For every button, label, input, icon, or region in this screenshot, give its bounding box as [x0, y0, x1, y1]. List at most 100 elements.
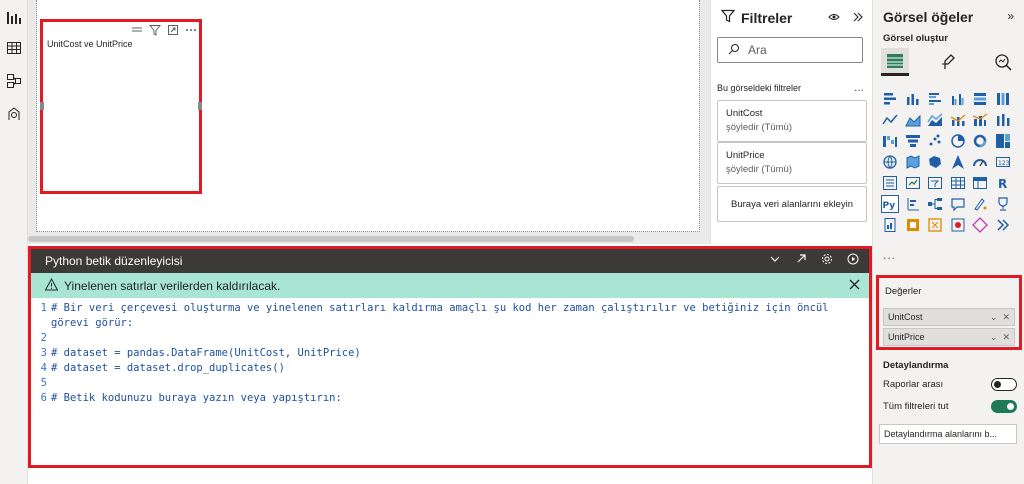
donut-chart-icon[interactable]: [971, 132, 989, 150]
matrix-icon[interactable]: [971, 174, 989, 192]
add-filter-fields-dropzone[interactable]: Buraya veri alanlarını ekleyin: [717, 186, 867, 222]
table-icon[interactable]: [949, 174, 967, 192]
paginated-report-icon[interactable]: [881, 216, 899, 234]
keep-all-filters-row: Tüm filtreleri tut: [883, 400, 1017, 413]
report-view-icon[interactable]: [6, 10, 22, 26]
report-page[interactable]: UnitCost ve UnitPrice: [36, 0, 700, 232]
python-visual[interactable]: UnitCost ve UnitPrice: [40, 19, 202, 194]
editor-header: Python betik düzenleyicisi: [31, 249, 869, 273]
code-line: 2: [40, 332, 47, 344]
area-chart-icon[interactable]: [904, 111, 922, 129]
canvas-horizontal-scrollbar[interactable]: [28, 236, 634, 242]
value-field-unitcost[interactable]: UnitCost ⌄ ✕: [883, 308, 1015, 326]
ribbon-chart-icon[interactable]: [994, 111, 1012, 129]
scatter-chart-icon[interactable]: [926, 132, 944, 150]
python-visual-icon[interactable]: Py: [881, 195, 899, 213]
resize-handle-right[interactable]: [198, 102, 202, 110]
data-view-icon[interactable]: [6, 40, 22, 56]
filter-icon[interactable]: [148, 23, 162, 41]
filter-icon: [720, 9, 736, 26]
clustered-bar-chart-icon[interactable]: [926, 90, 944, 108]
line-clustered-column-icon[interactable]: [949, 111, 967, 129]
code-area[interactable]: 1 # Bir veri çerçevesi oluşturma ve yinel…: [31, 298, 869, 406]
format-visual-tab[interactable]: [935, 48, 963, 76]
map-icon[interactable]: [881, 153, 899, 171]
analytics-tab[interactable]: [989, 48, 1017, 76]
close-icon[interactable]: [848, 278, 861, 294]
multi-row-card-icon[interactable]: [881, 174, 899, 192]
editor-title: Python betik düzenleyicisi: [45, 254, 183, 268]
trophy-icon[interactable]: [994, 195, 1012, 213]
stacked-bar-chart-icon[interactable]: [881, 90, 899, 108]
gear-icon[interactable]: [821, 252, 833, 270]
code-line: 5: [40, 377, 47, 389]
r-visual-icon[interactable]: R: [994, 174, 1012, 192]
report-canvas[interactable]: UnitCost ve UnitPrice: [28, 0, 710, 244]
qa-icon[interactable]: [949, 195, 967, 213]
keep-all-filters-toggle[interactable]: [991, 400, 1017, 413]
decomposition-tree-icon[interactable]: [926, 195, 944, 213]
filters-more-options[interactable]: ...: [854, 80, 864, 94]
more-options-icon[interactable]: [185, 23, 197, 41]
funnel-chart-icon[interactable]: [904, 132, 922, 150]
diamond-visual-icon[interactable]: [971, 216, 989, 234]
dax-query-icon[interactable]: [6, 106, 22, 122]
cross-report-toggle[interactable]: [991, 378, 1017, 391]
resize-handle-left[interactable]: [40, 102, 44, 110]
slicer-icon[interactable]: [926, 174, 944, 192]
clustered-column-chart-icon[interactable]: [949, 90, 967, 108]
pie-chart-icon[interactable]: [949, 132, 967, 150]
filters-pane: Filtreler Ara Bu görseldeki filtreler ..…: [710, 0, 881, 244]
collapse-viz-pane-button[interactable]: »: [1007, 9, 1014, 23]
values-field-well[interactable]: Değerler UnitCost ⌄ ✕ UnitPrice ⌄ ✕: [876, 275, 1022, 350]
gauge-icon[interactable]: [971, 153, 989, 171]
more-visuals-button[interactable]: ...: [883, 248, 896, 262]
viz-title: Görsel öğeler: [883, 9, 974, 25]
filter-card-unitprice[interactable]: UnitPrice şöyledir (Tümü): [717, 142, 867, 184]
line-stacked-column-icon[interactable]: [971, 111, 989, 129]
shape-map-icon[interactable]: [926, 153, 944, 171]
open-external-icon[interactable]: [795, 252, 807, 270]
kpi-icon[interactable]: [904, 174, 922, 192]
100-stacked-bar-chart-icon[interactable]: [971, 90, 989, 108]
drill-through-fields-dropzone[interactable]: Detaylandırma alanlarını b...: [879, 424, 1017, 444]
chevron-down-icon[interactable]: [769, 252, 781, 270]
chevron-down-icon[interactable]: ⌄: [990, 332, 998, 343]
power-apps-icon[interactable]: [904, 216, 922, 234]
treemap-icon[interactable]: [994, 132, 1012, 150]
remove-field-icon[interactable]: ✕: [1002, 312, 1010, 323]
collapse-pane-icon[interactable]: [852, 10, 864, 28]
filter-card-unitcost[interactable]: UnitCost şöyledir (Tümü): [717, 100, 867, 142]
filled-map-icon[interactable]: [904, 153, 922, 171]
chevron-down-icon[interactable]: ⌄: [990, 312, 998, 323]
model-view-icon[interactable]: [6, 73, 22, 89]
key-influencers-icon[interactable]: [904, 195, 922, 213]
stacked-column-chart-icon[interactable]: [904, 90, 922, 108]
run-script-icon[interactable]: [847, 252, 859, 270]
eye-icon[interactable]: [828, 10, 840, 28]
remove-field-icon[interactable]: ✕: [1002, 332, 1010, 343]
duplicate-rows-warning: Yinelenen satırlar verilerden kaldırılac…: [31, 273, 869, 298]
stacked-area-chart-icon[interactable]: [926, 111, 944, 129]
values-label: Değerler: [885, 286, 922, 297]
card-icon[interactable]: 123: [994, 153, 1012, 171]
filters-search-input[interactable]: Ara: [717, 37, 863, 63]
drag-handle-icon[interactable]: [131, 23, 143, 41]
smart-narrative-icon[interactable]: [971, 195, 989, 213]
value-field-unitprice[interactable]: UnitPrice ⌄ ✕: [883, 328, 1015, 346]
focus-mode-icon[interactable]: [167, 23, 179, 41]
code-line: 4 # dataset = dataset.drop_duplicates(): [40, 362, 285, 374]
svg-text:Py: Py: [883, 201, 896, 211]
build-visual-tab[interactable]: [881, 48, 909, 76]
power-automate-icon[interactable]: [926, 216, 944, 234]
azure-map-icon[interactable]: [949, 153, 967, 171]
chevron-right-visual-icon[interactable]: [994, 216, 1012, 234]
svg-text:R: R: [998, 177, 1007, 191]
search-icon: [728, 43, 740, 58]
metrics-icon[interactable]: [949, 216, 967, 234]
python-script-editor: Python betik düzenleyicisi Yinelenen sat…: [28, 246, 872, 468]
100-stacked-column-chart-icon[interactable]: [994, 90, 1012, 108]
warning-text: Yinelenen satırlar verilerden kaldırılac…: [64, 278, 281, 293]
waterfall-chart-icon[interactable]: [881, 132, 899, 150]
line-chart-icon[interactable]: [881, 111, 899, 129]
